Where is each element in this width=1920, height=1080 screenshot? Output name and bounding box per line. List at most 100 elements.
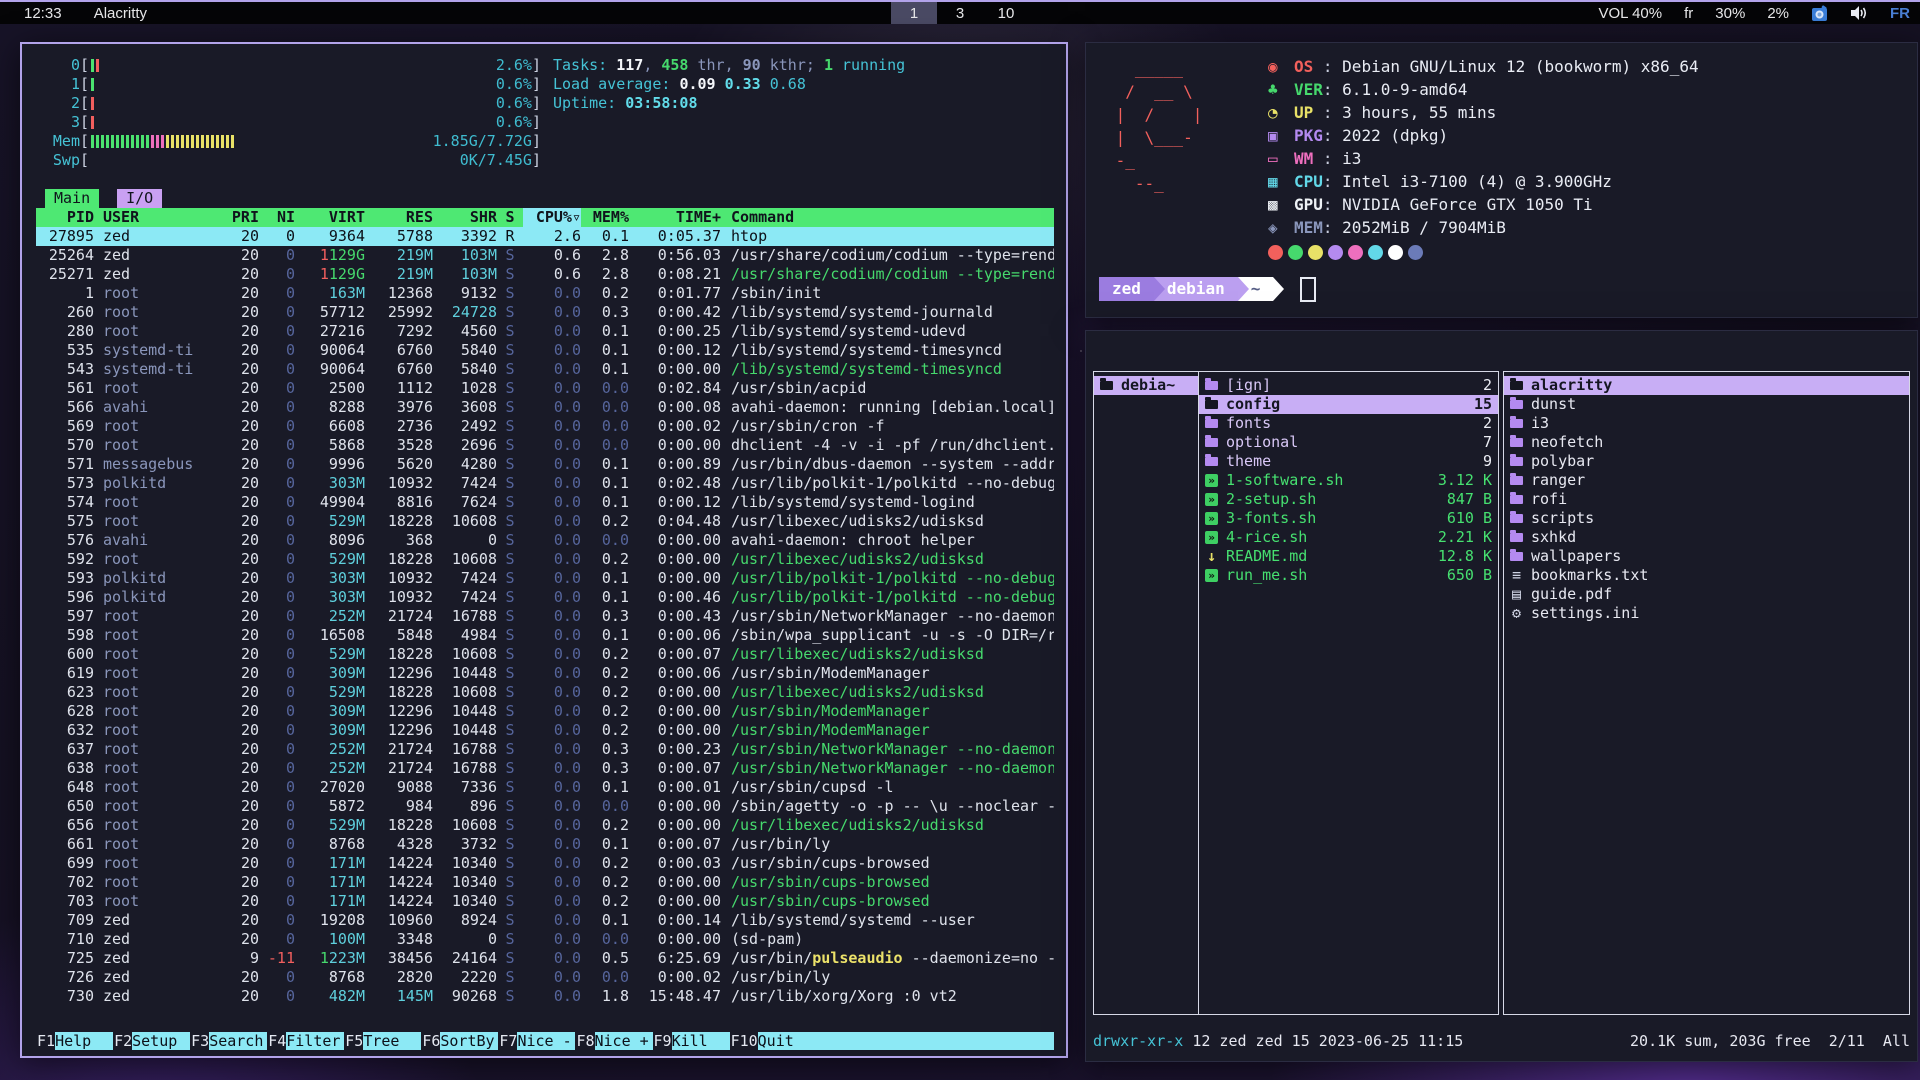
process-row[interactable]: 598root2001650858484984S0.00.10:00.06/sb… (36, 626, 1054, 645)
column-header-pid[interactable]: PID (36, 208, 94, 227)
process-row[interactable]: 571messagebus200999656204280S0.00.10:00.… (36, 455, 1054, 474)
column-header-time+[interactable]: TIME+ (629, 208, 721, 227)
column-header-ni[interactable]: NI (259, 208, 295, 227)
process-row[interactable]: 623root200529M1822810608S0.00.20:00.00/u… (36, 683, 1054, 702)
process-row[interactable]: 619root200309M1229610448S0.00.20:00.06/u… (36, 664, 1054, 683)
process-row[interactable]: 573polkitd200303M109327424S0.00.10:02.48… (36, 474, 1054, 493)
column-header-virt[interactable]: VIRT (295, 208, 365, 227)
workspace-button-1[interactable]: 1 (891, 2, 937, 24)
process-row[interactable]: 25264zed2001129G219M103MS0.62.80:56.03/u… (36, 246, 1054, 265)
column-header-cpu[interactable]: CPU%▿ (523, 208, 581, 227)
column-header-pri[interactable]: PRI (219, 208, 259, 227)
file-row-theme[interactable]: theme9 (1199, 452, 1498, 471)
column-header-user[interactable]: USER (94, 208, 219, 227)
process-row[interactable]: 27895zed200936457883392R2.60.10:05.37hto… (36, 227, 1054, 246)
preview-column: alacrittydunsti3neofetchpolybarrangerrof… (1504, 372, 1909, 1014)
process-row[interactable]: 575root200529M1822810608S0.00.20:04.48/u… (36, 512, 1054, 531)
column-header-s[interactable]: S (497, 208, 523, 227)
file-row-ign[interactable]: [ign]2 (1199, 376, 1498, 395)
file-row-sxhkd[interactable]: sxhkd (1504, 528, 1909, 547)
process-row[interactable]: 656root200529M1822810608S0.00.20:00.00/u… (36, 816, 1054, 835)
process-row[interactable]: 650root2005872984896S0.00.00:00.00/sbin/… (36, 797, 1054, 816)
screenshot-tray-icon[interactable] (1811, 5, 1828, 22)
shell-prompt[interactable]: zeddebian~ (1099, 276, 1316, 302)
file-row-config[interactable]: config15 (1199, 395, 1498, 414)
process-row[interactable]: 702root200171M1422410340S0.00.20:00.00/u… (36, 873, 1054, 892)
file-row-3-fonts.sh[interactable]: »3-fonts.sh610 B (1199, 509, 1498, 528)
file-row-settings.ini[interactable]: ⚙settings.ini (1504, 604, 1909, 623)
fkey-f8[interactable]: F8Nice + (575, 1032, 652, 1050)
process-row[interactable]: 260root200577122599224728S0.00.30:00.42/… (36, 303, 1054, 322)
file-row-1-software.sh[interactable]: »1-software.sh3.12 K (1199, 471, 1498, 490)
process-row[interactable]: 710zed200100M33480S0.00.00:00.00(sd-pam) (36, 930, 1054, 949)
fkey-f7[interactable]: F7Nice - (498, 1032, 575, 1050)
process-row[interactable]: 638root200252M2172416788S0.00.30:00.07/u… (36, 759, 1054, 778)
file-row-neofetch[interactable]: neofetch (1504, 433, 1909, 452)
fkey-f4[interactable]: F4Filter (267, 1032, 344, 1050)
fkey-f6[interactable]: F6SortBy (421, 1032, 498, 1050)
file-row-fonts[interactable]: fonts2 (1199, 414, 1498, 433)
file-row-ranger[interactable]: ranger (1504, 471, 1909, 490)
file-row-scripts[interactable]: scripts (1504, 509, 1909, 528)
process-row[interactable]: 628root200309M1229610448S0.00.20:00.00/u… (36, 702, 1054, 721)
process-row[interactable]: 574root2004990488167624S0.00.10:00.12/li… (36, 493, 1054, 512)
fkey-f9[interactable]: F9Kill (653, 1032, 730, 1050)
column-header-res[interactable]: RES (365, 208, 433, 227)
process-row[interactable]: 730zed200482M145M90268S0.01.815:48.47/us… (36, 987, 1054, 1006)
fkey-f5[interactable]: F5Tree (344, 1032, 421, 1050)
file-row-README.md[interactable]: ↓README.md12.8 K (1199, 547, 1498, 566)
file-row-wallpapers[interactable]: wallpapers (1504, 547, 1909, 566)
process-row[interactable]: 725zed9-111223M3845624164S0.00.56:25.69/… (36, 949, 1054, 968)
workspace-button-10[interactable]: 10 (983, 2, 1029, 24)
process-row[interactable]: 709zed20019208109608924S0.00.10:00.14/li… (36, 911, 1054, 930)
volume-tray-icon[interactable] (1850, 5, 1868, 21)
process-row[interactable]: 593polkitd200303M109327424S0.00.10:00.00… (36, 569, 1054, 588)
file-row-dunst[interactable]: dunst (1504, 395, 1909, 414)
file-row-2-setup.sh[interactable]: »2-setup.sh847 B (1199, 490, 1498, 509)
column-header-shr[interactable]: SHR (433, 208, 497, 227)
process-row[interactable]: 25271zed2001129G219M103MS0.62.80:08.21/u… (36, 265, 1054, 284)
fkey-f3[interactable]: F3Search (190, 1032, 267, 1050)
file-row-alacritty[interactable]: alacritty (1504, 376, 1909, 395)
process-row[interactable]: 576avahi20080963680S0.00.00:00.00avahi-d… (36, 531, 1054, 550)
process-row[interactable]: 1root200163M123689132S0.00.20:01.77/sbin… (36, 284, 1054, 303)
file-row-bookmarks.txt[interactable]: ≡bookmarks.txt (1504, 566, 1909, 585)
process-row[interactable]: 592root200529M1822810608S0.00.20:00.00/u… (36, 550, 1054, 569)
keyboard-layout-indicator[interactable]: FR (1890, 5, 1910, 22)
file-row-i3[interactable]: i3 (1504, 414, 1909, 433)
process-row[interactable]: 569root200660827362492S0.00.00:00.02/usr… (36, 417, 1054, 436)
htop-tab-main[interactable]: Main (45, 189, 99, 208)
process-row[interactable]: 597root200252M2172416788S0.00.30:00.43/u… (36, 607, 1054, 626)
process-row[interactable]: 648root2002702090887336S0.00.10:00.01/us… (36, 778, 1054, 797)
process-row[interactable]: 699root200171M1422410340S0.00.20:00.03/u… (36, 854, 1054, 873)
meter-mem: Mem[1.85G/7.72G] (36, 132, 541, 151)
process-row[interactable]: 561root200250011121028S0.00.00:02.84/usr… (36, 379, 1054, 398)
process-row[interactable]: 600root200529M1822810608S0.00.20:00.07/u… (36, 645, 1054, 664)
column-header-command[interactable]: Command (721, 208, 1054, 227)
fkey-f2[interactable]: F2Setup (113, 1032, 190, 1050)
process-table-header[interactable]: PIDUSERPRINIVIRTRESSHRSCPU%▿MEM%TIME+Com… (36, 208, 1054, 227)
file-row-runme.sh[interactable]: »run_me.sh650 B (1199, 566, 1498, 585)
process-row[interactable]: 596polkitd200303M109327424S0.00.10:00.46… (36, 588, 1054, 607)
process-row[interactable]: 566avahi200828839763608S0.00.00:00.08ava… (36, 398, 1054, 417)
process-row[interactable]: 535systemd-ti2009006467605840S0.00.10:00… (36, 341, 1054, 360)
process-row[interactable]: 637root200252M2172416788S0.00.30:00.23/u… (36, 740, 1054, 759)
file-row-optional[interactable]: optional7 (1199, 433, 1498, 452)
file-row-rofi[interactable]: rofi (1504, 490, 1909, 509)
fkey-f10[interactable]: F10Quit (730, 1032, 1054, 1050)
process-row[interactable]: 570root200586835282696S0.00.00:00.00dhcl… (36, 436, 1054, 455)
process-row[interactable]: 280root2002721672924560S0.00.10:00.25/li… (36, 322, 1054, 341)
process-row[interactable]: 632root200309M1229610448S0.00.20:00.00/u… (36, 721, 1054, 740)
process-row[interactable]: 661root200876843283732S0.00.10:00.07/usr… (36, 835, 1054, 854)
file-row-debia~[interactable]: debia~ (1094, 376, 1198, 395)
file-row-guide.pdf[interactable]: ▤guide.pdf (1504, 585, 1909, 604)
column-header-mem[interactable]: MEM% (581, 208, 629, 227)
fkey-f1[interactable]: F1Help (36, 1032, 113, 1050)
process-row[interactable]: 726zed200876828202220S0.00.00:00.02/usr/… (36, 968, 1054, 987)
file-row-4-rice.sh[interactable]: »4-rice.sh2.21 K (1199, 528, 1498, 547)
process-row[interactable]: 543systemd-ti2009006467605840S0.00.10:00… (36, 360, 1054, 379)
workspace-button-3[interactable]: 3 (937, 2, 983, 24)
htop-tab-io[interactable]: I/O (117, 189, 162, 208)
file-row-polybar[interactable]: polybar (1504, 452, 1909, 471)
process-row[interactable]: 703root200171M1422410340S0.00.20:00.00/u… (36, 892, 1054, 911)
